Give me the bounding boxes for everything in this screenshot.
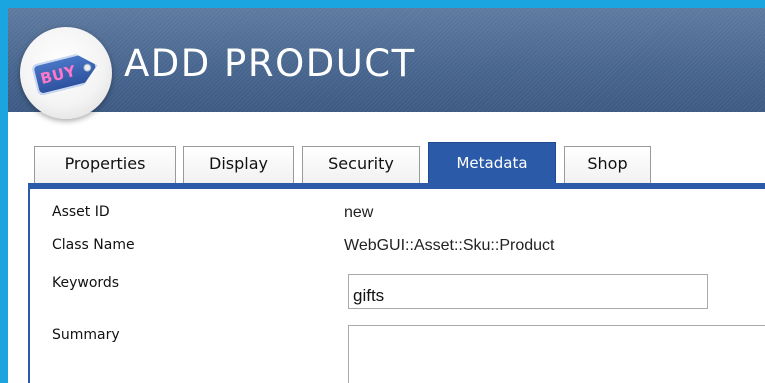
tab-display[interactable]: Display: [183, 146, 294, 183]
page-header: BUY ADD PRODUCT: [8, 8, 765, 119]
tab-shop[interactable]: Shop: [564, 146, 651, 183]
metadata-panel: Asset ID new Class Name WebGUI::Asset::S…: [28, 189, 765, 383]
asset-id-value: new: [344, 204, 374, 221]
window: BUY ADD PRODUCT Properties Display Secur…: [8, 8, 765, 383]
asset-id-label: Asset ID: [52, 204, 110, 220]
tab-metadata[interactable]: Metadata: [428, 142, 556, 183]
tab-security[interactable]: Security: [302, 146, 420, 183]
class-name-label: Class Name: [52, 237, 135, 253]
class-name-value: WebGUI::Asset::Sku::Product: [344, 237, 555, 254]
summary-textarea[interactable]: [348, 325, 765, 383]
price-tag-icon: BUY: [31, 50, 101, 97]
page-title: ADD PRODUCT: [124, 42, 416, 85]
tab-properties[interactable]: Properties: [34, 146, 176, 183]
keywords-input[interactable]: gifts: [348, 274, 708, 309]
keywords-label: Keywords: [52, 275, 120, 291]
summary-label: Summary: [52, 327, 120, 343]
buy-tag-logo-icon: BUY: [20, 27, 112, 119]
